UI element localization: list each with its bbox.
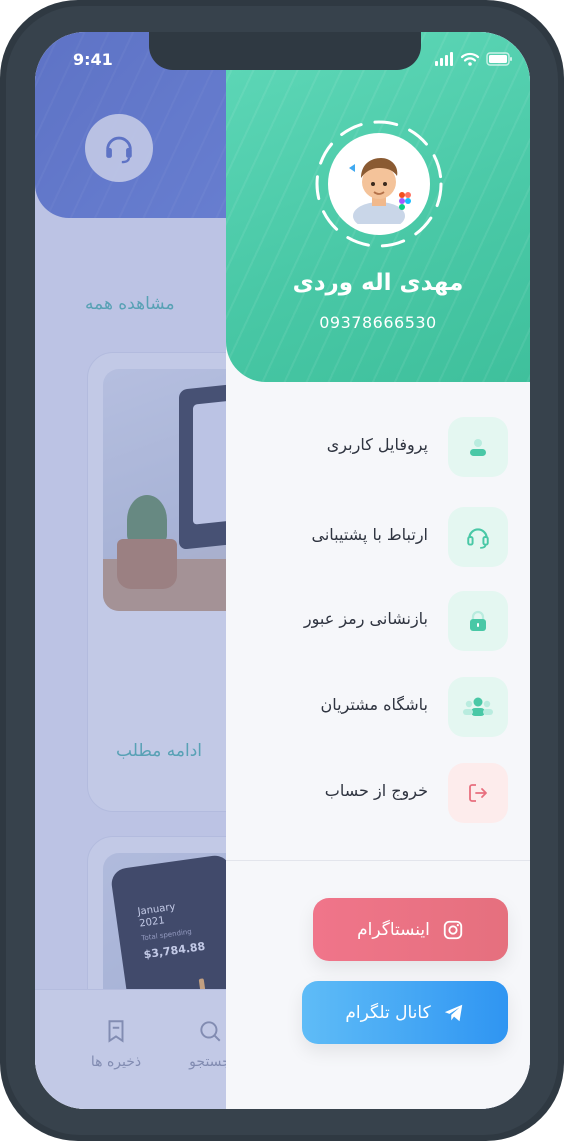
- menu-item-label: پروفایل کاربری: [326, 435, 428, 454]
- group-icon: [463, 697, 493, 716]
- menu-item-label: خروج از حساب: [324, 781, 428, 800]
- headset-icon: [467, 528, 489, 549]
- status-icons: [435, 52, 512, 66]
- menu-icon-box: [448, 591, 508, 651]
- battery-icon: [486, 52, 512, 66]
- logout-icon: [469, 784, 487, 802]
- wifi-icon: [460, 52, 480, 66]
- developer-avatar-icon: [349, 158, 411, 224]
- menu-item-logout[interactable]: خروج از حساب: [226, 763, 530, 825]
- user-icon: [470, 439, 486, 456]
- lock-icon: [470, 610, 486, 631]
- menu-icon-box: [448, 507, 508, 567]
- instagram-icon: [443, 920, 463, 939]
- telegram-icon: [444, 1004, 462, 1021]
- menu-item-customer-club[interactable]: باشگاه مشتریان: [226, 677, 530, 739]
- instagram-label: اینستاگرام: [357, 919, 430, 940]
- menu-icon-box: [448, 417, 508, 477]
- status-time: 9:41: [73, 50, 113, 69]
- phone-screen: مشاهده همه چگونگی شکل ر ادامه مطلب Janua…: [35, 32, 530, 1109]
- menu-item-support[interactable]: ارتباط با پشتیبانی: [226, 507, 530, 569]
- signal-icon: [435, 52, 453, 66]
- phone-frame: مشاهده همه چگونگی شکل ر ادامه مطلب Janua…: [0, 0, 564, 1141]
- menu-item-reset-password[interactable]: بازنشانی رمز عبور: [226, 591, 530, 653]
- drawer-divider: [226, 860, 530, 861]
- user-name: مهدی اله وردی: [292, 270, 464, 296]
- avatar[interactable]: [328, 133, 430, 235]
- instagram-button[interactable]: اینستاگرام: [313, 898, 508, 961]
- drawer-header: مهدی اله وردی 09378666530: [226, 32, 530, 382]
- menu-item-label: بازنشانی رمز عبور: [303, 609, 428, 628]
- menu-item-profile[interactable]: پروفایل کاربری: [226, 417, 530, 479]
- phone-notch: [149, 32, 421, 70]
- menu-icon-box: [448, 677, 508, 737]
- user-phone: 09378666530: [319, 313, 437, 332]
- menu-item-label: ارتباط با پشتیبانی: [311, 525, 429, 544]
- menu-icon-box: [448, 763, 508, 823]
- menu-item-label: باشگاه مشتریان: [320, 695, 429, 714]
- telegram-channel-button[interactable]: کانال تلگرام: [302, 981, 508, 1044]
- telegram-label: کانال تلگرام: [345, 1002, 431, 1023]
- side-drawer: مهدی اله وردی 09378666530 پروفایل کاربری…: [226, 32, 530, 1109]
